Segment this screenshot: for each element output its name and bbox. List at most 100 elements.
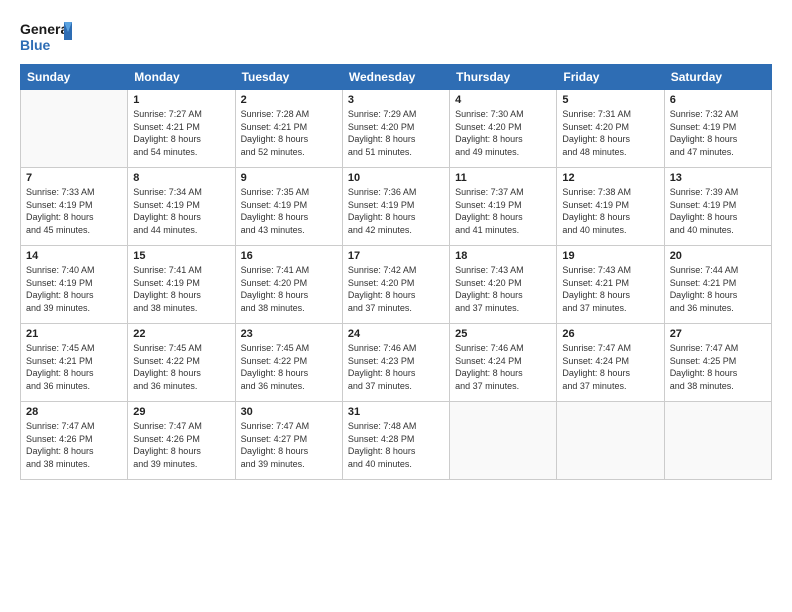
day-number: 24 bbox=[348, 328, 444, 340]
day-cell: 10 Sunrise: 7:36 AMSunset: 4:19 PMDayligh… bbox=[342, 168, 449, 246]
day-number: 25 bbox=[455, 328, 551, 340]
day-info: Sunrise: 7:40 AMSunset: 4:19 PMDaylight:… bbox=[26, 264, 122, 314]
day-number: 15 bbox=[133, 250, 229, 262]
day-info: Sunrise: 7:32 AMSunset: 4:19 PMDaylight:… bbox=[670, 108, 766, 158]
day-number: 28 bbox=[26, 406, 122, 418]
day-number: 6 bbox=[670, 94, 766, 106]
weekday-header-tuesday: Tuesday bbox=[235, 65, 342, 90]
day-number: 3 bbox=[348, 94, 444, 106]
day-info: Sunrise: 7:27 AMSunset: 4:21 PMDaylight:… bbox=[133, 108, 229, 158]
weekday-header-friday: Friday bbox=[557, 65, 664, 90]
day-number: 20 bbox=[670, 250, 766, 262]
day-cell: 14Sunrise: 7:40 AMSunset: 4:19 PMDayligh… bbox=[21, 246, 128, 324]
day-info: Sunrise: 7:47 AMSunset: 4:25 PMDaylight:… bbox=[670, 342, 766, 392]
day-number: 17 bbox=[348, 250, 444, 262]
day-number: 29 bbox=[133, 406, 229, 418]
day-cell: 19Sunrise: 7:43 AMSunset: 4:21 PMDayligh… bbox=[557, 246, 664, 324]
day-cell: 6 Sunrise: 7:32 AMSunset: 4:19 PMDaylight… bbox=[664, 90, 771, 168]
day-cell: 7 Sunrise: 7:33 AMSunset: 4:19 PMDaylight… bbox=[21, 168, 128, 246]
day-info: Sunrise: 7:41 AMSunset: 4:20 PMDaylight:… bbox=[241, 264, 337, 314]
day-cell: 16 Sunrise: 7:41 AMSunset: 4:20 PMDayligh… bbox=[235, 246, 342, 324]
day-cell bbox=[450, 402, 557, 480]
calendar: SundayMondayTuesdayWednesdayThursdayFrid… bbox=[20, 64, 772, 480]
weekday-row: SundayMondayTuesdayWednesdayThursdayFrid… bbox=[21, 65, 772, 90]
day-info: Sunrise: 7:47 AMSunset: 4:26 PMDaylight:… bbox=[133, 420, 229, 470]
day-number: 12 bbox=[562, 172, 658, 184]
day-cell: 5 Sunrise: 7:31 AMSunset: 4:20 PMDaylight… bbox=[557, 90, 664, 168]
page: General Blue SundayMondayTuesdayWednesda… bbox=[0, 0, 792, 612]
day-info: Sunrise: 7:45 AMSunset: 4:22 PMDaylight:… bbox=[241, 342, 337, 392]
day-number: 26 bbox=[562, 328, 658, 340]
day-number: 16 bbox=[241, 250, 337, 262]
day-info: Sunrise: 7:36 AMSunset: 4:19 PMDaylight:… bbox=[348, 186, 444, 236]
day-info: Sunrise: 7:29 AMSunset: 4:20 PMDaylight:… bbox=[348, 108, 444, 158]
day-cell: 24Sunrise: 7:46 AMSunset: 4:23 PMDayligh… bbox=[342, 324, 449, 402]
svg-text:Blue: Blue bbox=[20, 37, 51, 53]
day-number: 5 bbox=[562, 94, 658, 106]
day-number: 21 bbox=[26, 328, 122, 340]
day-number: 19 bbox=[562, 250, 658, 262]
day-info: Sunrise: 7:39 AMSunset: 4:19 PMDaylight:… bbox=[670, 186, 766, 236]
day-cell: 22 Sunrise: 7:45 AMSunset: 4:22 PMDayligh… bbox=[128, 324, 235, 402]
day-cell: 31 Sunrise: 7:48 AMSunset: 4:28 PMDayligh… bbox=[342, 402, 449, 480]
day-cell: 8Sunrise: 7:34 AMSunset: 4:19 PMDaylight… bbox=[128, 168, 235, 246]
day-info: Sunrise: 7:41 AMSunset: 4:19 PMDaylight:… bbox=[133, 264, 229, 314]
day-number: 18 bbox=[455, 250, 551, 262]
day-cell: 26 Sunrise: 7:47 AMSunset: 4:24 PMDayligh… bbox=[557, 324, 664, 402]
day-info: Sunrise: 7:38 AMSunset: 4:19 PMDaylight:… bbox=[562, 186, 658, 236]
day-info: Sunrise: 7:46 AMSunset: 4:24 PMDaylight:… bbox=[455, 342, 551, 392]
day-cell: 13Sunrise: 7:39 AMSunset: 4:19 PMDayligh… bbox=[664, 168, 771, 246]
day-cell: 20 Sunrise: 7:44 AMSunset: 4:21 PMDayligh… bbox=[664, 246, 771, 324]
day-number: 22 bbox=[133, 328, 229, 340]
day-info: Sunrise: 7:42 AMSunset: 4:20 PMDaylight:… bbox=[348, 264, 444, 314]
day-info: Sunrise: 7:30 AMSunset: 4:20 PMDaylight:… bbox=[455, 108, 551, 158]
day-cell bbox=[557, 402, 664, 480]
day-info: Sunrise: 7:44 AMSunset: 4:21 PMDaylight:… bbox=[670, 264, 766, 314]
week-row-0: 1 Sunrise: 7:27 AMSunset: 4:21 PMDaylight… bbox=[21, 90, 772, 168]
day-number: 31 bbox=[348, 406, 444, 418]
week-row-3: 21 Sunrise: 7:45 AMSunset: 4:21 PMDayligh… bbox=[21, 324, 772, 402]
weekday-header-wednesday: Wednesday bbox=[342, 65, 449, 90]
weekday-header-saturday: Saturday bbox=[664, 65, 771, 90]
weekday-header-monday: Monday bbox=[128, 65, 235, 90]
logo-svg: General Blue bbox=[20, 18, 72, 58]
day-number: 23 bbox=[241, 328, 337, 340]
day-cell: 11Sunrise: 7:37 AMSunset: 4:19 PMDayligh… bbox=[450, 168, 557, 246]
day-info: Sunrise: 7:47 AMSunset: 4:24 PMDaylight:… bbox=[562, 342, 658, 392]
calendar-header: SundayMondayTuesdayWednesdayThursdayFrid… bbox=[21, 65, 772, 90]
day-info: Sunrise: 7:45 AMSunset: 4:21 PMDaylight:… bbox=[26, 342, 122, 392]
day-number: 10 bbox=[348, 172, 444, 184]
weekday-header-sunday: Sunday bbox=[21, 65, 128, 90]
day-cell: 3 Sunrise: 7:29 AMSunset: 4:20 PMDaylight… bbox=[342, 90, 449, 168]
weekday-header-thursday: Thursday bbox=[450, 65, 557, 90]
day-cell bbox=[664, 402, 771, 480]
day-cell: 9 Sunrise: 7:35 AMSunset: 4:19 PMDaylight… bbox=[235, 168, 342, 246]
day-cell: 23 Sunrise: 7:45 AMSunset: 4:22 PMDayligh… bbox=[235, 324, 342, 402]
day-info: Sunrise: 7:48 AMSunset: 4:28 PMDaylight:… bbox=[348, 420, 444, 470]
day-number: 7 bbox=[26, 172, 122, 184]
day-number: 2 bbox=[241, 94, 337, 106]
day-info: Sunrise: 7:31 AMSunset: 4:20 PMDaylight:… bbox=[562, 108, 658, 158]
day-info: Sunrise: 7:35 AMSunset: 4:19 PMDaylight:… bbox=[241, 186, 337, 236]
week-row-4: 28 Sunrise: 7:47 AMSunset: 4:26 PMDayligh… bbox=[21, 402, 772, 480]
day-cell: 1 Sunrise: 7:27 AMSunset: 4:21 PMDaylight… bbox=[128, 90, 235, 168]
day-info: Sunrise: 7:45 AMSunset: 4:22 PMDaylight:… bbox=[133, 342, 229, 392]
day-info: Sunrise: 7:33 AMSunset: 4:19 PMDaylight:… bbox=[26, 186, 122, 236]
day-number: 1 bbox=[133, 94, 229, 106]
calendar-body: 1 Sunrise: 7:27 AMSunset: 4:21 PMDaylight… bbox=[21, 90, 772, 480]
day-cell bbox=[21, 90, 128, 168]
day-number: 9 bbox=[241, 172, 337, 184]
day-number: 30 bbox=[241, 406, 337, 418]
day-cell: 15 Sunrise: 7:41 AMSunset: 4:19 PMDayligh… bbox=[128, 246, 235, 324]
day-cell: 27 Sunrise: 7:47 AMSunset: 4:25 PMDayligh… bbox=[664, 324, 771, 402]
day-cell: 21 Sunrise: 7:45 AMSunset: 4:21 PMDayligh… bbox=[21, 324, 128, 402]
day-cell: 30Sunrise: 7:47 AMSunset: 4:27 PMDayligh… bbox=[235, 402, 342, 480]
day-number: 27 bbox=[670, 328, 766, 340]
header: General Blue bbox=[20, 18, 772, 58]
week-row-2: 14Sunrise: 7:40 AMSunset: 4:19 PMDayligh… bbox=[21, 246, 772, 324]
day-info: Sunrise: 7:47 AMSunset: 4:26 PMDaylight:… bbox=[26, 420, 122, 470]
day-cell: 2Sunrise: 7:28 AMSunset: 4:21 PMDaylight… bbox=[235, 90, 342, 168]
day-number: 4 bbox=[455, 94, 551, 106]
day-number: 11 bbox=[455, 172, 551, 184]
day-cell: 18Sunrise: 7:43 AMSunset: 4:20 PMDayligh… bbox=[450, 246, 557, 324]
